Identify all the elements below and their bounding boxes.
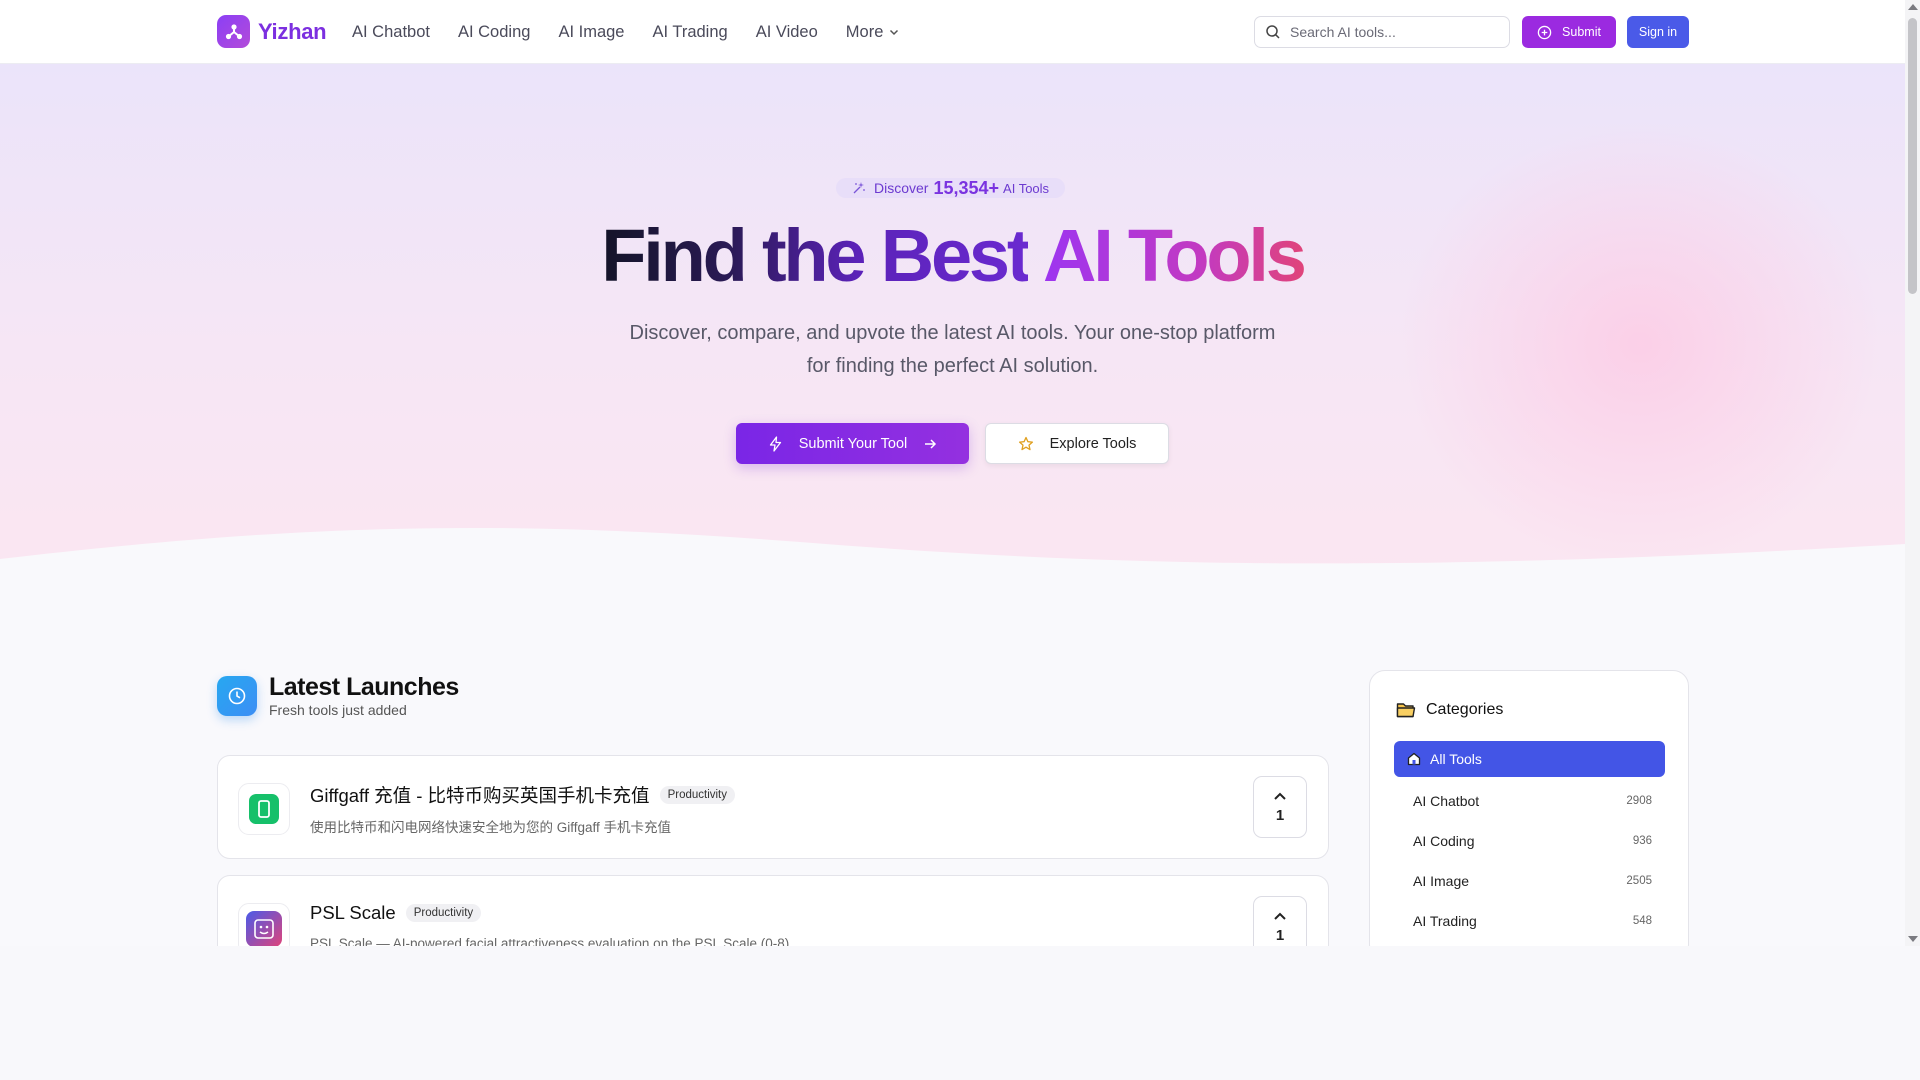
- hero-subtitle: Discover, compare, and upvote the latest…: [600, 317, 1305, 383]
- arrow-right-icon: [925, 438, 937, 449]
- clock-icon: [217, 675, 257, 716]
- header-submit-button[interactable]: Submit: [1522, 16, 1616, 48]
- scroll-up-arrow[interactable]: [1908, 4, 1918, 10]
- search-input[interactable]: [1290, 24, 1490, 40]
- folder-icon: [1396, 703, 1416, 718]
- category-count: 2908: [1626, 795, 1652, 807]
- search-icon: [1266, 25, 1280, 39]
- home-icon: [1407, 752, 1421, 766]
- phone-icon: [249, 794, 279, 824]
- nav-more-label: More: [845, 22, 884, 41]
- latest-launches-title: Latest Launches: [269, 673, 459, 701]
- scroll-down-arrow[interactable]: [1908, 936, 1918, 942]
- hero-title-part2: AI Tools: [1042, 214, 1307, 297]
- category-ai-trading[interactable]: AI Trading 548: [1394, 901, 1665, 941]
- nav-ai-coding[interactable]: AI Coding: [458, 23, 530, 42]
- category-ai-image[interactable]: AI Image 2505: [1394, 861, 1665, 901]
- tool-logo: [238, 903, 290, 946]
- hero-subtitle-line2: for finding the perfect AI solution.: [806, 355, 1099, 377]
- category-ai-chatbot[interactable]: AI Chatbot 2908: [1394, 781, 1665, 821]
- category-count: 548: [1632, 915, 1652, 927]
- chevron-up-icon: [1274, 792, 1286, 800]
- tool-card[interactable]: Giffgaff 充值 - 比特币购买英国手机卡充值 Productivity …: [217, 755, 1329, 859]
- badge-count: 15,354+: [933, 177, 1000, 198]
- upvote-count: 1: [1275, 926, 1285, 944]
- chevron-down-icon: [890, 29, 899, 36]
- hero-subtitle-line1: Discover, compare, and upvote the latest…: [629, 322, 1276, 344]
- category-count: 936: [1632, 835, 1652, 847]
- brand-logo-link[interactable]: Yizhan: [217, 15, 327, 48]
- categories-panel: Categories All Tools AI Chatbot 2908 AI …: [1369, 670, 1689, 946]
- hero-section: Discover 15,354+ AI Tools Find the Best …: [0, 64, 1905, 584]
- lightning-icon: [769, 435, 781, 452]
- category-all-tools[interactable]: All Tools: [1394, 741, 1665, 777]
- category-ai-coding[interactable]: AI Coding 936: [1394, 821, 1665, 861]
- search-box: [1254, 16, 1510, 48]
- tool-logo: [238, 783, 290, 835]
- latest-launches-header: Latest Launches Fresh tools just added: [217, 673, 459, 718]
- tool-category-tag: Productivity: [659, 786, 735, 804]
- tool-name[interactable]: Giffgaff 充值 - 比特币购买英国手机卡充值: [310, 782, 650, 808]
- category-count: 2505: [1626, 875, 1652, 887]
- plus-circle-icon: [1537, 25, 1552, 39]
- tool-name[interactable]: PSL Scale: [310, 902, 396, 924]
- nav-ai-image[interactable]: AI Image: [558, 23, 624, 42]
- site-header: Yizhan AI Chatbot AI Coding AI Image AI …: [0, 0, 1905, 64]
- signin-button[interactable]: Sign in: [1627, 16, 1689, 48]
- category-label: AI Trading: [1413, 913, 1477, 929]
- badge-suffix: AI Tools: [1003, 180, 1050, 196]
- upvote-button[interactable]: 1: [1253, 776, 1307, 838]
- categories-title: Categories: [1426, 701, 1504, 718]
- sparkles-icon: [853, 182, 865, 194]
- tool-description: 使用比特币和闪电网络快速安全地为您的 Giffgaff 手机卡充值: [310, 820, 672, 835]
- category-label: AI Image: [1413, 873, 1470, 889]
- nav-ai-video[interactable]: AI Video: [756, 23, 818, 42]
- main-nav: AI Chatbot AI Coding AI Image AI Trading…: [352, 0, 900, 64]
- tool-description: PSL Scale — AI-powered facial attractive…: [310, 936, 790, 946]
- header-submit-label: Submit: [1562, 25, 1601, 39]
- tools-count-badge: Discover 15,354+ AI Tools: [836, 177, 1066, 198]
- categories-list: All Tools AI Chatbot 2908 AI Coding 936 …: [1394, 741, 1665, 941]
- explore-tools-label: Explore Tools: [1049, 435, 1137, 452]
- upvote-count: 1: [1275, 806, 1285, 824]
- upvote-button[interactable]: 1: [1253, 896, 1307, 946]
- hero-title: Find the Best AI Tools: [0, 219, 1905, 293]
- face-scan-icon: [246, 911, 282, 946]
- browser-viewport: Yizhan AI Chatbot AI Coding AI Image AI …: [0, 0, 1905, 946]
- brand-name: Yizhan: [258, 18, 327, 44]
- latest-launches-subtitle: Fresh tools just added: [269, 702, 407, 718]
- nav-more-dropdown[interactable]: More: [846, 23, 901, 42]
- category-label: All Tools: [1430, 751, 1482, 767]
- brand-logo-icon: [217, 15, 250, 48]
- badge-prefix: Discover: [874, 180, 929, 196]
- categories-header: Categories: [1396, 701, 1503, 719]
- submit-your-tool-button[interactable]: Submit Your Tool: [736, 423, 969, 464]
- submit-your-tool-label: Submit Your Tool: [798, 435, 908, 452]
- tool-name-row: PSL Scale Productivity: [310, 902, 482, 924]
- explore-tools-button[interactable]: Explore Tools: [985, 423, 1169, 464]
- page-scrollbar[interactable]: [1905, 0, 1920, 946]
- star-icon: [1018, 436, 1033, 450]
- tool-category-tag: Productivity: [405, 904, 482, 922]
- tool-name-row: Giffgaff 充值 - 比特币购买英国手机卡充值 Productivity: [310, 782, 735, 808]
- scrollbar-thumb[interactable]: [1908, 18, 1917, 294]
- nav-ai-chatbot[interactable]: AI Chatbot: [352, 23, 430, 42]
- empty-canvas-area: [0, 946, 1920, 1080]
- category-label: AI Coding: [1413, 833, 1475, 849]
- hero-title-part1: Find the Best: [601, 214, 1031, 297]
- tool-card[interactable]: PSL Scale Productivity PSL Scale — AI-po…: [217, 875, 1329, 946]
- nav-ai-trading[interactable]: AI Trading: [652, 23, 727, 42]
- chevron-up-icon: [1274, 912, 1286, 920]
- category-label: AI Chatbot: [1413, 793, 1480, 809]
- hero-wave-divider: [0, 527, 1905, 584]
